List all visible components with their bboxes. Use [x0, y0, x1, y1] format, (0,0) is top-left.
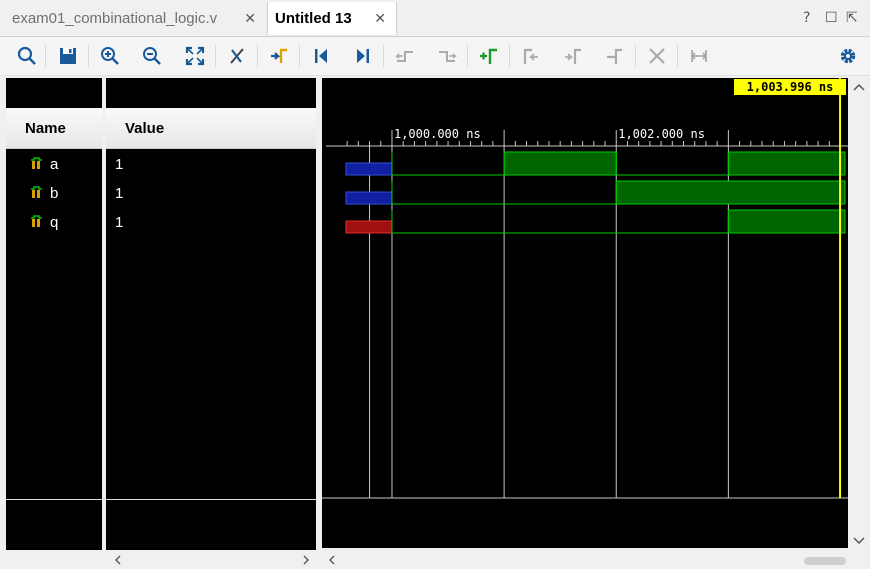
- waveform-unknown-segment-q: [345, 220, 393, 234]
- tab-bar: exam01_combinational_logic.v ✕ Untitled …: [0, 0, 870, 37]
- signal-name-a[interactable]: a: [30, 154, 58, 174]
- toolbar-separator: [88, 45, 89, 67]
- add-marker-icon[interactable]: [478, 45, 500, 67]
- expand-icon[interactable]: [688, 45, 710, 67]
- tab-label: Untitled 13: [275, 10, 352, 27]
- zoom-out-icon[interactable]: [141, 45, 163, 67]
- save-icon[interactable]: [57, 45, 79, 67]
- tab-untitled-13[interactable]: Untitled 13 ✕: [267, 2, 397, 35]
- toolbar-separator: [635, 45, 636, 67]
- waveform-high-segment-b: [615, 180, 846, 205]
- toolbar-separator: [509, 45, 510, 67]
- go-to-start-icon[interactable]: [310, 45, 332, 67]
- signal-value-label: 1: [115, 213, 124, 231]
- float-icon[interactable]: ⇱: [846, 10, 858, 26]
- value-header-label: Value: [125, 119, 165, 137]
- pane-splitter[interactable]: [102, 78, 106, 562]
- waveform-canvas[interactable]: 1,000.000 ns 1,002.000 ns: [322, 78, 848, 548]
- tab-label: exam01_combinational_logic.v: [12, 10, 218, 27]
- signal-name-q[interactable]: q: [30, 212, 58, 232]
- signal-bit-icon: [31, 186, 42, 198]
- previous-transition-icon[interactable]: [394, 45, 416, 67]
- close-icon[interactable]: ✕: [374, 10, 386, 27]
- next-marker-icon[interactable]: [562, 45, 584, 67]
- toolbar-separator: [45, 45, 46, 67]
- previous-marker-icon[interactable]: [520, 45, 542, 67]
- value-column-header[interactable]: Value: [106, 108, 316, 149]
- close-icon[interactable]: ✕: [244, 10, 256, 27]
- signal-value-q: 1: [115, 212, 123, 232]
- signal-value-b: 1: [115, 183, 123, 203]
- waveform-high-segment-q: [727, 209, 846, 234]
- waveform-svg: 1,000.000 ns 1,002.000 ns: [322, 78, 848, 499]
- pane-divider: [6, 499, 316, 500]
- search-icon[interactable]: [16, 45, 38, 67]
- settings-icon[interactable]: [837, 45, 859, 67]
- waveform-high-segment-a: [727, 151, 846, 176]
- tab-exam01-combinational-logic[interactable]: exam01_combinational_logic.v ✕: [0, 2, 266, 35]
- zoom-in-icon[interactable]: [99, 45, 121, 67]
- toolbar-separator: [299, 45, 300, 67]
- horizontal-scrollbar-values[interactable]: [106, 550, 316, 565]
- vertical-scrollbar[interactable]: [848, 78, 870, 548]
- toolbar-separator: [257, 45, 258, 67]
- go-to-end-icon[interactable]: [352, 45, 374, 67]
- signal-name-b[interactable]: b: [30, 183, 58, 203]
- signal-value-label: 1: [115, 184, 124, 202]
- name-header-label: Name: [25, 119, 66, 137]
- signal-value-a: 1: [115, 154, 123, 174]
- name-column-header[interactable]: Name: [6, 108, 102, 149]
- delete-marker-icon[interactable]: [646, 45, 668, 67]
- marker-cut-icon[interactable]: [226, 45, 248, 67]
- go-to-cursor-icon[interactable]: [268, 45, 290, 67]
- waveform-unknown-segment-b: [345, 191, 393, 205]
- waveform-high-segment-a: [503, 151, 617, 176]
- swap-cursor-icon[interactable]: [604, 45, 626, 67]
- toolbar-separator: [677, 45, 678, 67]
- signal-value-label: 1: [115, 155, 124, 173]
- next-transition-icon[interactable]: [436, 45, 458, 67]
- signal-name-label: q: [50, 213, 59, 231]
- toolbar-separator: [215, 45, 216, 67]
- signal-name-label: b: [50, 184, 59, 202]
- toolbar-separator: [383, 45, 384, 67]
- signal-bit-icon: [31, 157, 42, 169]
- horizontal-scrollbar-waveform[interactable]: [322, 550, 848, 565]
- waveform-toolbar: [0, 37, 870, 76]
- help-icon[interactable]: ?: [803, 10, 810, 26]
- toolbar-separator: [467, 45, 468, 67]
- signal-bit-icon: [31, 215, 42, 227]
- scroll-arrows: [115, 555, 309, 565]
- cursor-time-label[interactable]: 1,003.996 ns: [734, 79, 846, 95]
- signal-name-label: a: [50, 155, 59, 173]
- time-tick-label: 1,002.000 ns: [618, 127, 705, 141]
- time-tick-label: 1,000.000 ns: [394, 127, 481, 141]
- waveform-unknown-segment-a: [345, 162, 393, 176]
- zoom-fit-icon[interactable]: [184, 45, 206, 67]
- scroll-arrows: [853, 83, 865, 545]
- restore-icon[interactable]: ☐: [825, 10, 838, 26]
- scroll-arrows: [329, 555, 846, 565]
